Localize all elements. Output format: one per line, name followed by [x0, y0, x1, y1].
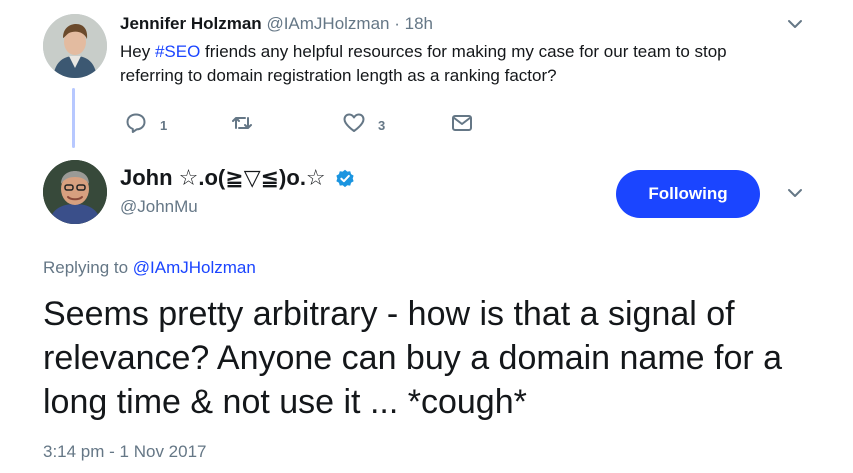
tweet-text-rest: friends any helpful resources for making… — [120, 42, 727, 85]
thread-connector — [72, 88, 75, 148]
chevron-down-icon[interactable] — [785, 14, 805, 34]
tweet-header: Jennifer Holzman @IAmJHolzman · 18h — [120, 14, 433, 34]
chevron-down-icon[interactable] — [785, 183, 805, 203]
replying-to: Replying to @IAmJHolzman — [43, 258, 256, 278]
hashtag-link[interactable]: #SEO — [155, 42, 200, 61]
tweet-time[interactable]: 18h — [405, 14, 433, 33]
tweet-text: Seems pretty arbitrary - how is that a s… — [43, 295, 783, 421]
avatar[interactable] — [43, 160, 107, 224]
avatar-photo — [43, 160, 107, 224]
separator-dot: · — [389, 14, 405, 33]
reply-icon — [126, 113, 146, 133]
like-button[interactable]: 3 — [342, 110, 385, 136]
tweet-timestamp[interactable]: 3:14 pm - 1 Nov 2017 — [43, 442, 206, 462]
display-name[interactable]: John ☆.o(≧▽≦)o.☆ — [120, 165, 326, 191]
parent-tweet: Jennifer Holzman @IAmJHolzman · 18h Hey … — [0, 0, 853, 150]
author-handle[interactable]: @JohnMu — [120, 197, 198, 217]
avatar[interactable] — [43, 14, 107, 78]
tweet-text: Hey #SEO friends any helpful resources f… — [120, 40, 780, 88]
reply-button[interactable]: 1 — [124, 110, 167, 136]
author-handle[interactable]: @IAmJHolzman — [266, 14, 389, 33]
retweet-button[interactable] — [230, 110, 254, 136]
replying-to-handle[interactable]: @IAmJHolzman — [133, 258, 256, 277]
direct-message-button[interactable] — [450, 110, 474, 136]
like-count: 3 — [378, 118, 386, 133]
verified-badge-icon — [336, 169, 354, 188]
retweet-icon — [232, 117, 252, 129]
avatar-photo — [43, 14, 107, 78]
tweet-text-start: Hey — [120, 42, 155, 61]
reply-count: 1 — [160, 118, 168, 133]
heart-icon — [343, 113, 365, 132]
following-button[interactable]: Following — [616, 170, 760, 218]
author-name[interactable]: John ☆.o(≧▽≦)o.☆ — [120, 165, 356, 191]
replying-to-label: Replying to — [43, 258, 133, 277]
author-name[interactable]: Jennifer Holzman — [120, 14, 262, 33]
envelope-icon — [452, 115, 472, 131]
